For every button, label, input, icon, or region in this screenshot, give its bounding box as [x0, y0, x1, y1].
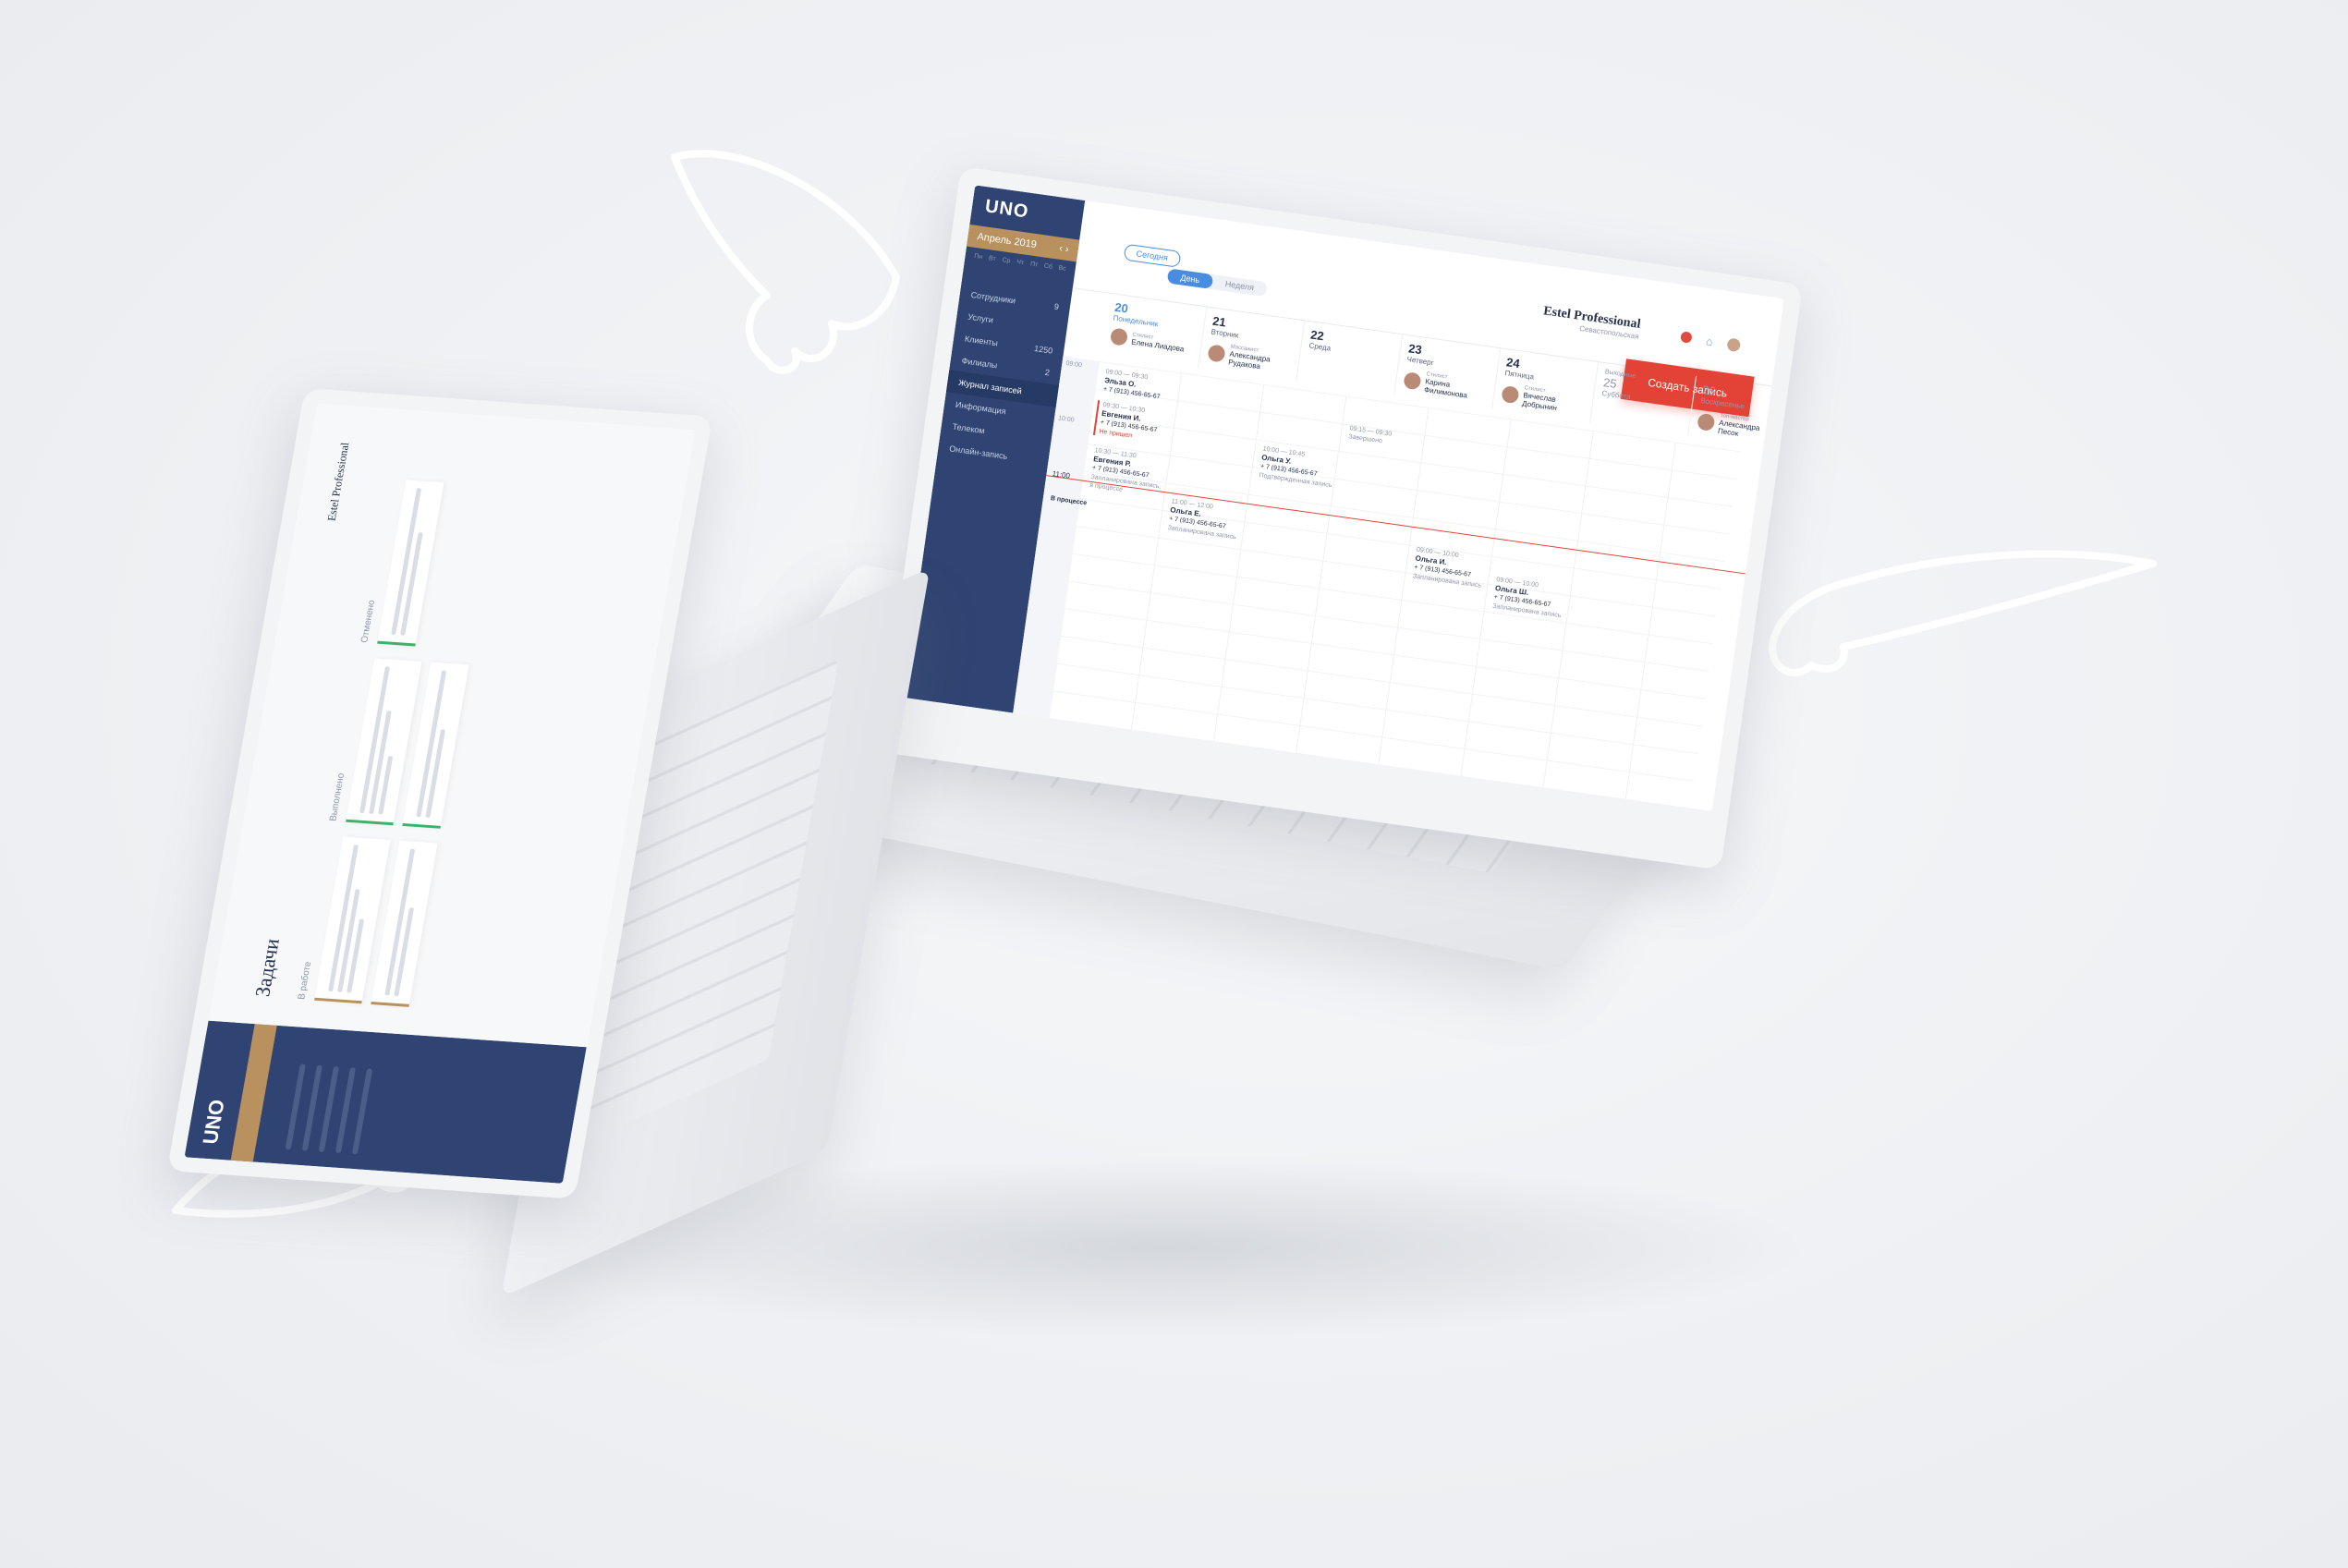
staff-avatar [1109, 327, 1129, 346]
notification-icon[interactable] [1679, 331, 1693, 344]
today-button[interactable]: Сегодня [1123, 243, 1182, 268]
mockup-scene: UNO Апрель 2019 ‹ › Пн Вт Ср Чт Пт Сб Вс [0, 0, 2348, 1568]
staff-chip[interactable]: Массажист Александра Рудакова [1207, 341, 1292, 374]
sidebar-item-label: Онлайн-запись [948, 444, 1008, 461]
calendar-screen: UNO Апрель 2019 ‹ › Пн Вт Ср Чт Пт Сб Вс [903, 185, 1784, 811]
staff-avatar [1403, 371, 1422, 391]
sidebar-item-label: Информация [955, 399, 1007, 417]
staff-chip[interactable]: Стилист Карина Филимонова [1403, 369, 1488, 402]
weekday-label: Ср [1002, 257, 1011, 265]
day-column-header[interactable]: 21 Вторник Массажист Александра Рудакова [1198, 307, 1306, 382]
day-column-header[interactable]: Выходные 25 Суббота [1590, 362, 1697, 437]
day-column-header[interactable]: 24 Пятница Стилист Вячеслав Добрынин [1492, 348, 1600, 423]
time-label: 10:00 [1057, 415, 1075, 424]
month-arrows-icon[interactable]: ‹ › [1058, 243, 1069, 255]
weekday-label: Пт [1029, 261, 1039, 269]
staff-chip[interactable]: Стилист Вячеслав Добрынин [1501, 383, 1586, 416]
staff-name: Александра Песок [1717, 418, 1761, 438]
tasks-column: В работе [297, 835, 447, 1007]
day-column-header[interactable]: 22 Среда [1296, 321, 1404, 395]
sidebar-item-label: Филиалы [961, 356, 998, 371]
weekday-label: Вс [1057, 264, 1067, 273]
staff-avatar [1501, 384, 1520, 405]
sidebar-item-label: Услуги [967, 311, 994, 325]
sidebar-item-count [1046, 390, 1047, 399]
right-laptop-lid: UNO Апрель 2019 ‹ › Пн Вт Ср Чт Пт Сб Вс [878, 166, 1804, 870]
tasks-sidebar: UNO [184, 1020, 587, 1184]
weekday-label: Чт [1016, 259, 1025, 267]
sidebar-item-label: Журнал записей [957, 377, 1023, 396]
sidebar-item-count: 9 [1053, 301, 1060, 312]
day-column-header[interactable]: 20 Понедельник Стилист Елена Лиадова [1101, 293, 1208, 368]
tasks-nav-item[interactable] [335, 1066, 357, 1154]
day-column-header[interactable]: 23 Четверг Стилист Карина Филимонова [1394, 334, 1502, 409]
sidebar-item-count [1055, 324, 1056, 334]
staff-avatar [1697, 412, 1716, 432]
sidebar-item-count: 1250 [1033, 344, 1053, 356]
sidebar-item-label: Сотрудники [970, 289, 1016, 306]
topbar-icons: ⌂ [1679, 331, 1742, 353]
tasks-board: В работе Выполнено Отменено [297, 479, 510, 1007]
sidebar-item-count [1042, 412, 1043, 421]
tasks-brand: Estel Professional [324, 442, 352, 522]
view-day-button[interactable]: День [1166, 268, 1214, 289]
month-label: Апрель 2019 [976, 231, 1038, 251]
staff-avatar [1207, 344, 1226, 363]
avatar[interactable] [1726, 337, 1742, 353]
weekday-label: Пн [973, 252, 983, 261]
staff-chip[interactable]: Топ-мастер Александра Песок [1697, 410, 1782, 444]
tasks-nav-item[interactable] [318, 1065, 340, 1152]
tasks-nav-item[interactable] [351, 1068, 373, 1155]
tasks-column: Выполнено [328, 657, 479, 829]
view-week-button[interactable]: Неделя [1211, 274, 1268, 297]
tasks-nav-item[interactable] [301, 1064, 323, 1151]
time-label: 09:00 [1065, 359, 1083, 370]
view-toggle: День Неделя [1166, 268, 1268, 298]
brand-block: Estel Professional Севастопольская [1541, 304, 1641, 340]
page-title: Задачи [249, 938, 285, 998]
tasks-nav-item[interactable] [285, 1064, 307, 1150]
sidebar-item-label: Клиенты [964, 334, 999, 348]
sidebar-item-count: 2 [1044, 367, 1051, 378]
sidebar-item-label: Телеком [952, 421, 986, 436]
calendar-main: Сегодня День Неделя Estel Professional С… [1013, 201, 1784, 811]
tasks-nav [253, 1026, 408, 1172]
weekday-label: Вт [988, 255, 997, 263]
weekday-label: Сб [1043, 262, 1053, 271]
day-column-header[interactable]: 26 Воскресенье Топ-мастер Александра Песо… [1687, 376, 1784, 451]
sidebar-item-count [1037, 456, 1038, 466]
home-icon[interactable]: ⌂ [1705, 334, 1713, 348]
tasks-column: Отменено [359, 479, 510, 650]
